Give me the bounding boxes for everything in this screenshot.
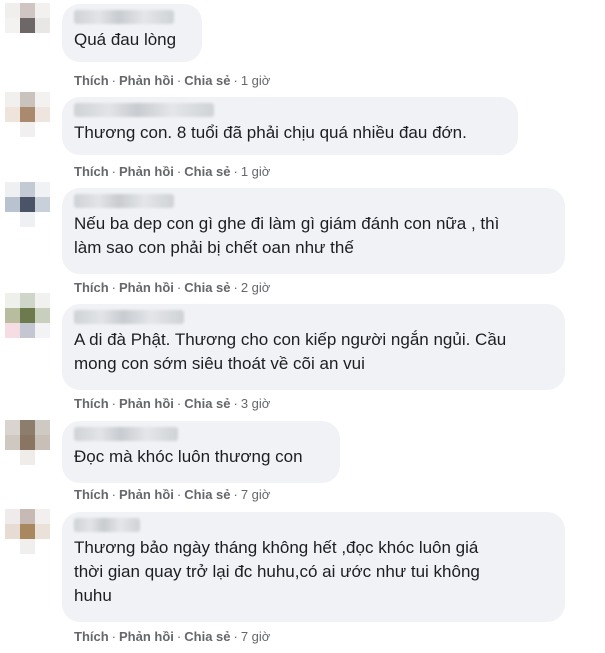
comment-actions: Thích · Phản hồi · Chia sẻ · 7 giờ [74, 629, 270, 645]
like-button[interactable]: Thích [74, 73, 109, 88]
avatar[interactable] [5, 182, 50, 227]
separator: · [111, 487, 117, 502]
timestamp[interactable]: 7 giờ [241, 629, 271, 644]
separator: · [111, 164, 117, 179]
separator: · [176, 73, 182, 88]
avatar[interactable] [5, 3, 50, 48]
like-button[interactable]: Thích [74, 396, 109, 411]
separator: · [233, 164, 238, 179]
separator: · [233, 629, 238, 644]
author-name-blurred[interactable] [74, 194, 174, 208]
timestamp[interactable]: 3 giờ [241, 396, 271, 411]
timestamp[interactable]: 1 giờ [241, 164, 271, 179]
comment-text: Quá đau lòng [74, 30, 177, 49]
share-button[interactable]: Chia sẻ [184, 629, 230, 644]
comment-actions: Thích · Phản hồi · Chia sẻ · 7 giờ [74, 487, 270, 503]
comment-bubble: Quá đau lòng [62, 4, 202, 62]
comment-text: Nếu ba dep con gì ghe đi làm gì giám đán… [74, 214, 500, 257]
reply-button[interactable]: Phản hồi [119, 487, 174, 502]
share-button[interactable]: Chia sẻ [184, 396, 230, 411]
like-button[interactable]: Thích [74, 280, 109, 295]
avatar[interactable] [5, 92, 50, 137]
separator: · [176, 629, 182, 644]
author-name-blurred[interactable] [74, 427, 178, 441]
share-button[interactable]: Chia sẻ [184, 487, 230, 502]
like-button[interactable]: Thích [74, 487, 109, 502]
separator: · [233, 280, 238, 295]
avatar[interactable] [5, 509, 50, 554]
reply-button[interactable]: Phản hồi [119, 629, 174, 644]
author-name-blurred[interactable] [74, 10, 174, 24]
avatar[interactable] [5, 420, 50, 465]
comment-actions: Thích · Phản hồi · Chia sẻ · 3 giờ [74, 396, 270, 412]
share-button[interactable]: Chia sẻ [184, 164, 230, 179]
author-name-blurred[interactable] [74, 518, 140, 532]
separator: · [176, 164, 182, 179]
share-button[interactable]: Chia sẻ [184, 73, 230, 88]
comment-text: A di đà Phật. Thương cho con kiếp người … [74, 330, 507, 373]
separator: · [111, 629, 117, 644]
separator: · [176, 487, 182, 502]
comment-actions: Thích · Phản hồi · Chia sẻ · 2 giờ [74, 280, 270, 296]
separator: · [176, 280, 182, 295]
comment-bubble: Thương con. 8 tuổi đã phải chịu quá nhiề… [62, 97, 518, 155]
comment-actions: Thích · Phản hồi · Chia sẻ · 1 giờ [74, 73, 270, 89]
comment-text: Đọc mà khóc luôn thương con [74, 447, 303, 466]
comment-bubble: Thương bảo ngày tháng không hết ,đọc khó… [62, 512, 565, 622]
avatar[interactable] [5, 293, 50, 338]
separator: · [111, 396, 117, 411]
separator: · [111, 280, 117, 295]
separator: · [233, 487, 238, 502]
comment-text: Thương bảo ngày tháng không hết ,đọc khó… [74, 538, 480, 605]
separator: · [233, 396, 238, 411]
comment-bubble: Đọc mà khóc luôn thương con [62, 421, 340, 483]
comment-bubble: A di đà Phật. Thương cho con kiếp người … [62, 304, 565, 390]
comment-bubble: Nếu ba dep con gì ghe đi làm gì giám đán… [62, 188, 565, 274]
timestamp[interactable]: 2 giờ [241, 280, 271, 295]
comment-actions: Thích · Phản hồi · Chia sẻ · 1 giờ [74, 164, 270, 180]
separator: · [176, 396, 182, 411]
separator: · [111, 73, 117, 88]
separator: · [233, 73, 238, 88]
author-name-blurred[interactable] [74, 103, 214, 117]
reply-button[interactable]: Phản hồi [119, 280, 174, 295]
like-button[interactable]: Thích [74, 629, 109, 644]
share-button[interactable]: Chia sẻ [184, 280, 230, 295]
like-button[interactable]: Thích [74, 164, 109, 179]
reply-button[interactable]: Phản hồi [119, 164, 174, 179]
author-name-blurred[interactable] [74, 310, 184, 324]
comment-text: Thương con. 8 tuổi đã phải chịu quá nhiề… [74, 123, 467, 142]
reply-button[interactable]: Phản hồi [119, 73, 174, 88]
timestamp[interactable]: 1 giờ [241, 73, 271, 88]
timestamp[interactable]: 7 giờ [241, 487, 271, 502]
reply-button[interactable]: Phản hồi [119, 396, 174, 411]
